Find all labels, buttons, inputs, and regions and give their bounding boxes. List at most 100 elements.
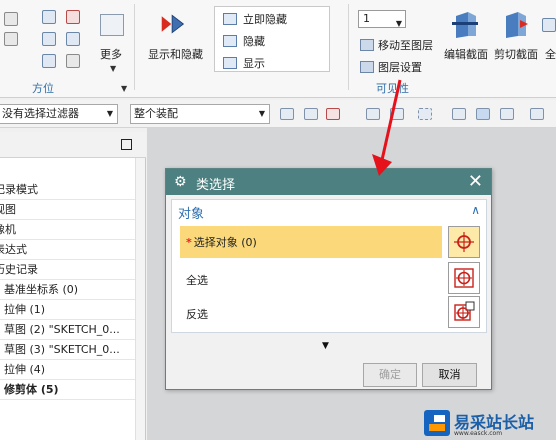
navigator-scrollbar[interactable]	[135, 158, 145, 440]
layer-combo[interactable]: 1 ▼	[358, 10, 406, 28]
hide-icon	[223, 35, 237, 47]
box-select-icon[interactable]	[418, 108, 432, 120]
hide-immediately-label: 立即隐藏	[243, 13, 287, 26]
hide-label: 隐藏	[243, 35, 265, 48]
dialog-title: 类选择	[196, 178, 236, 193]
ribbon: 方位 ▼ 更多 ▼ 显示和隐藏 立即隐藏 隐藏 显示 1 ▼ 移动至图层 图层设…	[0, 0, 556, 98]
navigator-row[interactable]: 拉伸 (1)	[0, 300, 136, 320]
edit-section-icon[interactable]	[450, 10, 480, 40]
type-filter-value: 没有选择过滤器	[2, 107, 79, 120]
snap-point-icon[interactable]	[280, 108, 294, 120]
move-to-layer-item[interactable]: 移动至图层	[360, 37, 433, 53]
ok-button[interactable]: 确定	[363, 363, 417, 387]
hide-immediately-item[interactable]: 立即隐藏	[223, 11, 287, 27]
show-hide-menu: 立即隐藏 隐藏 显示	[214, 6, 330, 72]
orientation-group-label: 方位	[32, 82, 54, 95]
move-to-layer-icon	[360, 39, 374, 51]
layer-settings-item[interactable]: 图层设置	[360, 59, 422, 75]
clip-section-label[interactable]: 剪切截面	[494, 46, 538, 62]
extra-tool-icon[interactable]	[542, 18, 556, 32]
layer-combo-value: 1	[363, 12, 370, 25]
more-caret[interactable]: ▼	[110, 64, 116, 73]
cube-icon[interactable]	[476, 108, 490, 120]
navigator-row[interactable]: 基准坐标系 (0)	[0, 280, 136, 300]
navigator-row[interactable]: 草图 (3) "SKETCH_0...	[0, 340, 136, 360]
view-front-icon[interactable]	[42, 10, 56, 24]
type-filter-combo[interactable]: 没有选择过滤器 ▼	[0, 104, 118, 124]
show-icon	[223, 57, 237, 69]
navigator-row[interactable]: 记录模式	[0, 180, 136, 200]
filter-icon[interactable]	[304, 108, 318, 120]
maximize-icon[interactable]	[121, 139, 132, 150]
view-triad-icon[interactable]	[530, 108, 544, 120]
navigator-row-label: 拉伸 (1)	[4, 303, 46, 316]
face-icon[interactable]	[4, 32, 18, 46]
navigator-row-label: 表达式	[0, 243, 27, 256]
navigator-row[interactable]: 草图 (2) "SKETCH_0...	[0, 320, 136, 340]
crosshair-icon	[454, 232, 474, 252]
clip-section-icon[interactable]	[500, 10, 530, 40]
select-objects-row[interactable]: * 选择对象 (0)	[180, 226, 442, 258]
orientation-group-caret[interactable]: ▼	[121, 84, 127, 93]
annotation-arrow	[372, 79, 402, 176]
chevron-down-icon: ▼	[258, 109, 265, 118]
hide-immediately-icon	[223, 13, 237, 25]
crosshair-icon	[454, 268, 474, 288]
edit-section-label[interactable]: 编辑截面	[444, 46, 488, 62]
invert-crosshair-icon	[454, 301, 475, 321]
view-iso-icon[interactable]	[42, 54, 56, 68]
select-objects-button[interactable]	[448, 226, 480, 258]
navigator-row-label: 历史记录	[0, 263, 38, 276]
class-selection-dialog: ⚙ 类选择 ✕ 对象 ∧ * 选择对象 (0) 全选 反选 ▼ 确定 取消	[165, 168, 492, 390]
navigator-row[interactable]: 像机	[0, 220, 136, 240]
navigator-row[interactable]: 视图	[0, 200, 136, 220]
more-icon[interactable]	[100, 14, 124, 36]
navigator-header	[0, 132, 146, 158]
dialog-title-bar[interactable]: ⚙ 类选择 ✕	[166, 169, 491, 195]
navigator-row-label: 基准坐标系 (0)	[4, 283, 79, 296]
hide-item[interactable]: 隐藏	[223, 33, 265, 49]
object-section-header[interactable]: 对象	[178, 203, 204, 222]
view-top-icon[interactable]	[42, 32, 56, 46]
chevron-down-icon: ▼	[106, 109, 113, 118]
selection-scope-value: 整个装配	[134, 107, 178, 120]
expand-more-icon[interactable]: ▼	[322, 341, 329, 351]
invert-selection-button[interactable]	[448, 296, 480, 328]
pen-icon[interactable]	[66, 32, 80, 46]
navigator-row[interactable]: 历史记录	[0, 260, 136, 280]
navigator-row-label: 记录模式	[0, 183, 38, 196]
copy-view-icon[interactable]	[66, 54, 80, 68]
close-icon[interactable]: ✕	[468, 171, 483, 192]
solid-icon[interactable]	[452, 108, 466, 120]
show-hide-button-label[interactable]: 显示和隐藏	[148, 46, 203, 62]
selection-scope-combo[interactable]: 整个装配 ▼	[130, 104, 270, 124]
chevron-down-icon: ▼	[395, 19, 402, 28]
select-all-button[interactable]	[448, 262, 480, 294]
navigator-row[interactable]: 表达式	[0, 240, 136, 260]
navigator-row-label: 像机	[0, 223, 16, 236]
show-label: 显示	[243, 57, 265, 70]
move-to-layer-label: 移动至图层	[378, 39, 433, 52]
cancel-button[interactable]: 取消	[422, 363, 477, 387]
show-item[interactable]: 显示	[223, 55, 265, 71]
gear-icon[interactable]: ⚙	[174, 174, 187, 190]
layer-settings-label: 图层设置	[378, 61, 422, 74]
truncated-ribbon-label[interactable]: 全	[545, 46, 556, 62]
navigator-row[interactable]: 修剪体 (5)	[0, 380, 136, 400]
ribbon-divider	[348, 4, 349, 90]
layer-settings-icon	[360, 61, 374, 73]
show-hide-icon[interactable]	[160, 12, 186, 36]
chevron-up-icon[interactable]: ∧	[471, 203, 480, 217]
ribbon-divider	[134, 4, 135, 90]
watermark-logo	[424, 410, 450, 436]
snap-settings-icon[interactable]	[500, 108, 514, 120]
selection-filter-bar: 没有选择过滤器 ▼ 整个装配 ▼	[0, 100, 556, 128]
grid-view-icon[interactable]	[66, 10, 80, 24]
select-objects-label: * 选择对象 (0)	[186, 234, 257, 250]
navigator-row[interactable]: 拉伸 (4)	[0, 360, 136, 380]
select-cross-icon[interactable]	[326, 108, 340, 120]
navigator-row-label: 拉伸 (4)	[4, 363, 46, 376]
more-button-label[interactable]: 更多	[100, 46, 122, 62]
tool-icon[interactable]	[4, 12, 18, 26]
part-navigator: 记录模式视图像机表达式历史记录基准坐标系 (0) 拉伸 (1) 草图 (2) "SK…	[0, 132, 146, 440]
